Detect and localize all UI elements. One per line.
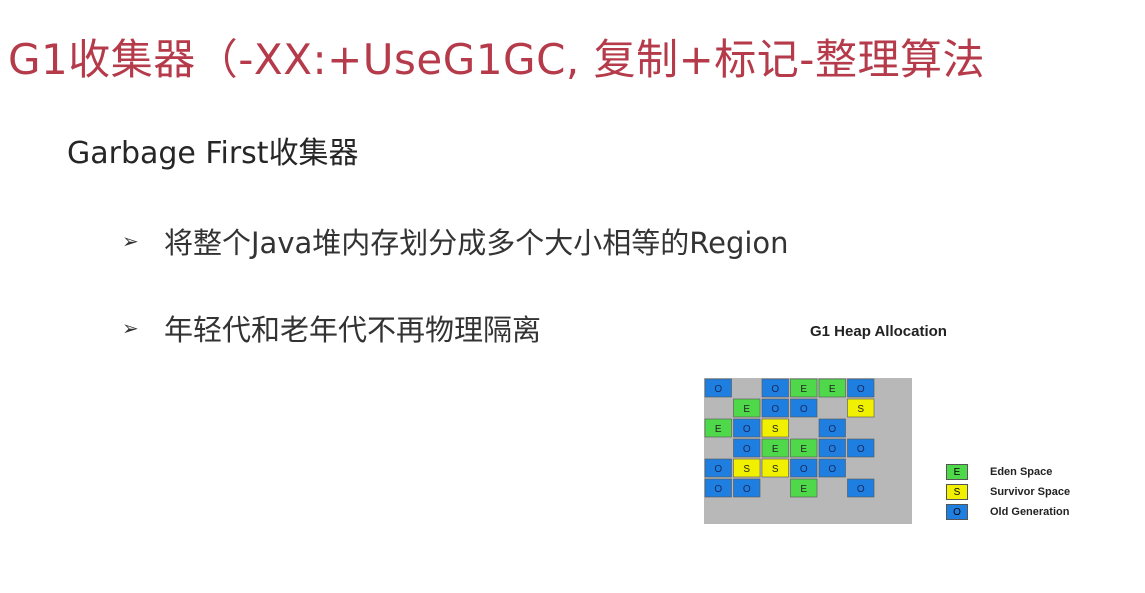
legend-item-survivor: S Survivor Space bbox=[946, 484, 1070, 500]
heap-region-letter: E bbox=[743, 404, 750, 415]
arrow-bullet-icon: ➢ bbox=[122, 229, 139, 253]
bullet-item: ➢ 将整个Java堆内存划分成多个大小相等的Region bbox=[122, 220, 789, 262]
heap-region-letter: E bbox=[800, 444, 807, 455]
legend-label: Old Generation bbox=[990, 506, 1070, 518]
legend-label: Eden Space bbox=[990, 466, 1053, 478]
g1-heap-figure: G1 Heap Allocation OOEEOEOOSEOSOOEEOOOSS… bbox=[700, 318, 1120, 538]
heap-region-letter: O bbox=[857, 384, 865, 395]
heap-region-letter: O bbox=[771, 384, 779, 395]
slide-title: G1收集器（-XX:+UseG1GC, 复制+标记-整理算法 bbox=[8, 35, 985, 84]
eden-swatch: E bbox=[946, 464, 968, 480]
heap-region-letter: E bbox=[715, 424, 722, 435]
heap-region-letter: S bbox=[772, 464, 779, 475]
heap-region-letter: O bbox=[771, 404, 779, 415]
heap-region-letter: O bbox=[743, 444, 751, 455]
heap-region-letter: O bbox=[714, 464, 722, 475]
heap-region-letter: O bbox=[800, 404, 808, 415]
heap-region-letter: O bbox=[800, 464, 808, 475]
heap-region-grid: O O E E OE O O SE O S OO E E O OO S S O OO O E O bbox=[704, 378, 912, 524]
heap-region-letter: O bbox=[743, 484, 751, 495]
heap-region-letter: E bbox=[800, 384, 807, 395]
heap-region-letter: O bbox=[743, 424, 751, 435]
bullet-text: 年轻代和老年代不再物理隔离 bbox=[164, 313, 542, 347]
heap-region-letter: S bbox=[857, 404, 864, 415]
heap-region-letter: O bbox=[857, 444, 865, 455]
heap-region-letter: E bbox=[829, 384, 836, 395]
heap-region-letter: S bbox=[772, 424, 779, 435]
old-swatch: O bbox=[946, 504, 968, 520]
bullet-item: ➢ 年轻代和老年代不再物理隔离 bbox=[122, 307, 541, 349]
legend-item-eden: E Eden Space bbox=[946, 464, 1052, 480]
heap-region-letter: O bbox=[828, 444, 836, 455]
heap-region-letter: O bbox=[828, 464, 836, 475]
legend-item-old: O Old Generation bbox=[946, 504, 1069, 520]
slide-subtitle: Garbage First收集器 bbox=[67, 136, 359, 171]
heap-region-letter: E bbox=[800, 484, 807, 495]
heap-region-letter: E bbox=[772, 444, 779, 455]
heap-region-letter: S bbox=[743, 464, 750, 475]
bullet-text: 将整个Java堆内存划分成多个大小相等的Region bbox=[164, 226, 789, 260]
heap-region-letter: O bbox=[828, 424, 836, 435]
arrow-bullet-icon: ➢ bbox=[122, 316, 139, 340]
survivor-swatch: S bbox=[946, 484, 968, 500]
heap-region-letter: O bbox=[714, 384, 722, 395]
heap-region-letter: O bbox=[857, 484, 865, 495]
heap-region-letter: O bbox=[714, 484, 722, 495]
legend-label: Survivor Space bbox=[990, 486, 1071, 498]
